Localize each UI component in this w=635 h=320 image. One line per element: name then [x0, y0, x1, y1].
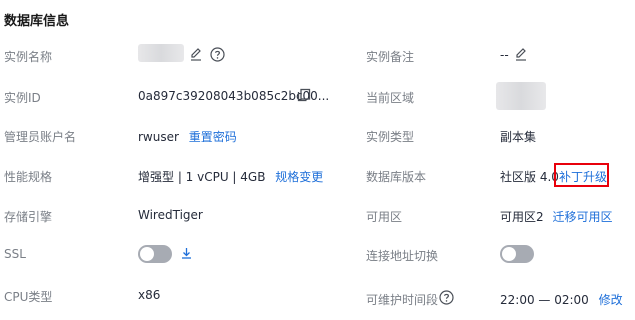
- db-version-label: 数据库版本: [366, 170, 427, 184]
- instance-name-label: 实例名称: [4, 50, 53, 64]
- instance-remark-label: 实例备注: [366, 50, 415, 64]
- patch-upgrade-link[interactable]: 补丁升级: [559, 168, 607, 185]
- addr-switch-label: 连接地址切换: [366, 249, 439, 263]
- az-value: 可用区2 迁移可用区: [500, 208, 612, 225]
- ssl-toggle[interactable]: [138, 245, 172, 263]
- db-version-value: 社区版 4.0: [500, 170, 559, 184]
- cpu-type-label: CPU类型: [4, 290, 53, 304]
- az-text: 可用区2: [500, 210, 544, 224]
- edit-icon[interactable]: [189, 47, 203, 64]
- storage-engine-value: WiredTiger: [138, 208, 203, 222]
- spec-text: 增强型 | 1 vCPU | 4GB: [138, 170, 266, 184]
- addr-switch-toggle[interactable]: [500, 245, 534, 263]
- maintenance-value: 22:00 — 02:00 修改: [500, 291, 623, 308]
- help-icon[interactable]: [210, 47, 225, 65]
- modify-maintenance-link[interactable]: 修改: [599, 293, 623, 307]
- instance-remark-value: --: [500, 48, 509, 62]
- instance-name-value-redacted: [138, 44, 184, 62]
- copy-icon[interactable]: [297, 88, 311, 105]
- ssl-label: SSL: [4, 247, 26, 261]
- current-region-value-redacted: [496, 82, 546, 110]
- instance-type-label: 实例类型: [366, 130, 415, 144]
- migrate-az-link[interactable]: 迁移可用区: [552, 210, 612, 224]
- download-icon[interactable]: [180, 246, 193, 263]
- current-region-label: 当前区域: [366, 91, 415, 105]
- az-label: 可用区: [366, 210, 403, 224]
- reset-password-link[interactable]: 重置密码: [189, 130, 237, 144]
- change-spec-link[interactable]: 规格变更: [275, 170, 323, 184]
- admin-account-label: 管理员账户名: [4, 130, 77, 144]
- spec-label: 性能规格: [4, 170, 53, 184]
- storage-engine-label: 存储引擎: [4, 210, 53, 224]
- toggle-knob: [502, 247, 516, 261]
- maintenance-label: 可维护时间段: [366, 293, 439, 307]
- help-icon[interactable]: [439, 290, 454, 308]
- cpu-type-value: x86: [138, 288, 161, 302]
- instance-id-label: 实例ID: [4, 91, 41, 105]
- maintenance-window: 22:00 — 02:00: [500, 293, 589, 307]
- instance-type-value: 副本集: [500, 130, 537, 144]
- toggle-knob: [140, 247, 154, 261]
- admin-account-value: rwuser 重置密码: [138, 128, 237, 145]
- section-title: 数据库信息: [4, 14, 70, 29]
- edit-remark-icon[interactable]: [514, 47, 528, 64]
- spec-value: 增强型 | 1 vCPU | 4GB 规格变更: [138, 168, 323, 185]
- admin-account-name: rwuser: [138, 130, 179, 144]
